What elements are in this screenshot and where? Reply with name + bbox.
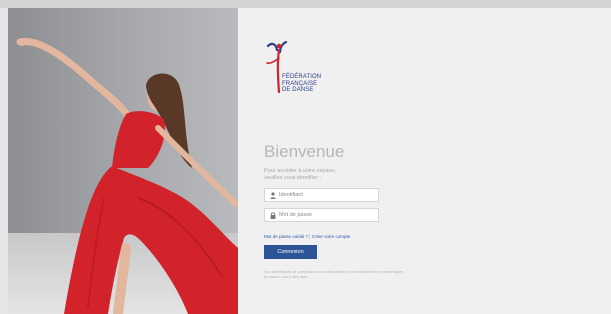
logo-line-3: DE DANSE	[282, 87, 314, 93]
login-button[interactable]: Connexion	[264, 245, 317, 259]
login-page: FÉDÉRATION FRANÇAISE DE DANSE Bienvenue …	[8, 8, 611, 314]
dancer-illustration	[16, 37, 238, 314]
lock-icon	[270, 212, 276, 219]
welcome-title: Bienvenue	[264, 142, 345, 161]
login-instructions: Pour accéder à votre espace, veuillez vo…	[264, 168, 384, 182]
privacy-note: Vos identifiants de connexion sont perso…	[264, 269, 404, 279]
intro-line-1: Pour accéder à votre espace,	[264, 168, 336, 174]
logo-line-1: FÉDÉRATION	[282, 74, 322, 80]
ffd-logo-text: FÉDÉRATION FRANÇAISE DE DANSE	[282, 74, 321, 94]
account-links: Mot de passe oublié ? | Créer votre comp…	[264, 234, 350, 239]
dancer-photo	[8, 8, 238, 314]
intro-line-2: veuillez vous identifier :	[264, 175, 321, 181]
password-field[interactable]	[264, 208, 379, 222]
create-account-link[interactable]: Créer votre compte	[312, 234, 351, 239]
password-input[interactable]	[279, 209, 375, 221]
user-icon	[270, 192, 276, 199]
login-panel: FÉDÉRATION FRANÇAISE DE DANSE Bienvenue …	[238, 8, 611, 314]
forgot-password-link[interactable]: Mot de passe oublié ?	[264, 234, 308, 239]
links-separator: |	[309, 234, 311, 239]
username-field[interactable]	[264, 188, 379, 202]
ffd-logo: FÉDÉRATION FRANÇAISE DE DANSE	[262, 36, 342, 98]
browser-top-bar	[0, 0, 611, 8]
username-input[interactable]	[279, 189, 375, 201]
